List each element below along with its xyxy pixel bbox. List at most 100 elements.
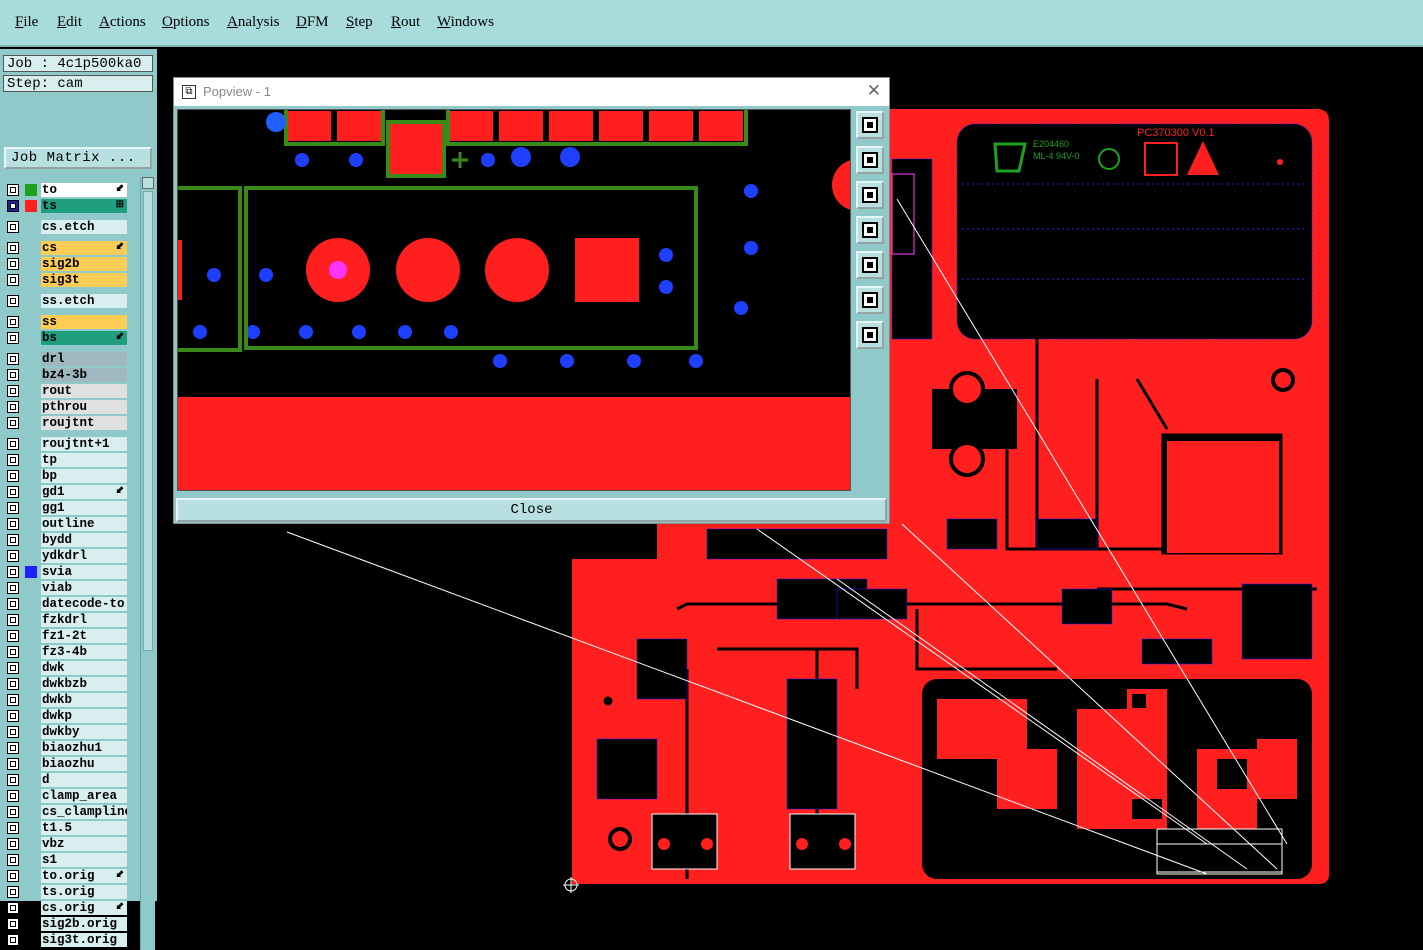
layer-name[interactable]: cs.orig ⬋ xyxy=(41,901,127,915)
layer-name[interactable]: gg1 xyxy=(41,501,127,515)
layer-name[interactable]: biaozhu xyxy=(41,757,127,771)
scroll-thumb[interactable] xyxy=(143,191,153,651)
layer-name[interactable]: t1.5 xyxy=(41,821,127,835)
pan-right-button[interactable] xyxy=(856,251,884,279)
layer-row[interactable]: cs ⬋ xyxy=(5,241,127,255)
layer-row[interactable]: clamp_area xyxy=(5,789,127,803)
layer-name[interactable]: to.orig ⬋ xyxy=(41,869,127,883)
layer-row[interactable]: fz1-2t xyxy=(5,629,127,643)
layer-row[interactable]: roujtnt+1 xyxy=(5,437,127,451)
layer-checkbox[interactable] xyxy=(7,316,19,328)
layer-row[interactable]: dwkb xyxy=(5,693,127,707)
layer-checkbox[interactable] xyxy=(7,774,19,786)
layer-checkbox[interactable] xyxy=(7,662,19,674)
layer-checkbox[interactable] xyxy=(7,710,19,722)
popview-window[interactable]: ⧉ Popview - 1 ✕ Close xyxy=(173,77,890,524)
layer-name[interactable]: bp xyxy=(41,469,127,483)
pan-down-button[interactable] xyxy=(856,181,884,209)
layer-row[interactable]: fzkdrl xyxy=(5,613,127,627)
pan-left-button[interactable] xyxy=(856,216,884,244)
layer-row[interactable]: ss xyxy=(5,315,127,329)
menu-edit[interactable]: Edit xyxy=(57,14,82,31)
layer-name[interactable]: sig2b xyxy=(41,257,127,271)
layer-row[interactable]: sig2b xyxy=(5,257,127,271)
layer-checkbox[interactable] xyxy=(7,678,19,690)
layer-checkbox[interactable] xyxy=(7,438,19,450)
layer-row[interactable]: drl xyxy=(5,352,127,366)
layer-row[interactable]: s1 xyxy=(5,853,127,867)
layer-row[interactable]: bz4-3b xyxy=(5,368,127,382)
layer-row[interactable]: to ⬋ xyxy=(5,183,127,197)
layer-name[interactable]: bz4-3b xyxy=(41,368,127,382)
layer-row[interactable]: ts ⊞ xyxy=(5,199,127,213)
layer-row[interactable]: gg1 xyxy=(5,501,127,515)
layer-name[interactable]: vbz xyxy=(41,837,127,851)
layer-name[interactable]: ts.orig xyxy=(41,885,127,899)
layer-row[interactable]: ts.orig xyxy=(5,885,127,899)
layer-name[interactable]: sig3t xyxy=(41,273,127,287)
layer-name[interactable]: viab xyxy=(41,581,127,595)
layer-row[interactable]: rout xyxy=(5,384,127,398)
layer-checkbox[interactable] xyxy=(7,630,19,642)
layer-checkbox[interactable] xyxy=(7,758,19,770)
layer-name[interactable]: tp xyxy=(41,453,127,467)
layer-row[interactable]: tp xyxy=(5,453,127,467)
layer-checkbox[interactable] xyxy=(7,870,19,882)
layer-row[interactable]: datecode-to xyxy=(5,597,127,611)
layer-name[interactable]: ss.etch xyxy=(41,294,127,308)
layer-name[interactable]: biaozhu1 xyxy=(41,741,127,755)
layer-name[interactable]: svia xyxy=(41,565,127,579)
layer-name[interactable]: gd1 ⬋ xyxy=(41,485,127,499)
layer-checkbox[interactable] xyxy=(7,274,19,286)
layer-checkbox[interactable] xyxy=(7,918,19,930)
layer-checkbox[interactable] xyxy=(7,385,19,397)
layer-color-swatch[interactable] xyxy=(25,200,37,212)
layer-row[interactable]: fz3-4b xyxy=(5,645,127,659)
layer-row[interactable]: svia xyxy=(5,565,127,579)
close-button[interactable]: Close xyxy=(176,498,887,522)
layer-checkbox[interactable] xyxy=(7,242,19,254)
menu-options[interactable]: Options xyxy=(162,14,210,31)
layer-row[interactable]: dwkp xyxy=(5,709,127,723)
layer-name[interactable]: clamp_area xyxy=(41,789,127,803)
zoom-fit-button[interactable] xyxy=(856,111,884,139)
layer-name[interactable]: drl xyxy=(41,352,127,366)
layer-name[interactable]: dwkbzb xyxy=(41,677,127,691)
layer-name[interactable]: cs_clampline xyxy=(41,805,127,819)
layer-row[interactable]: gd1 ⬋ xyxy=(5,485,127,499)
layer-checkbox[interactable] xyxy=(7,353,19,365)
zoom-in-button[interactable] xyxy=(856,286,884,314)
layer-row[interactable]: sig3t.orig xyxy=(5,933,127,947)
layer-row[interactable]: vbz xyxy=(5,837,127,851)
layer-name[interactable]: bs ⬋ xyxy=(41,331,127,345)
layer-checkbox[interactable] xyxy=(7,518,19,530)
layer-name[interactable]: sig3t.orig xyxy=(41,933,127,947)
layer-checkbox[interactable] xyxy=(7,806,19,818)
layer-name[interactable]: to ⬋ xyxy=(41,183,127,197)
layer-row[interactable]: roujtnt xyxy=(5,416,127,430)
close-icon[interactable]: ✕ xyxy=(867,81,881,101)
layer-checkbox[interactable] xyxy=(7,694,19,706)
layer-checkbox[interactable] xyxy=(7,534,19,546)
layer-name[interactable]: cs.etch xyxy=(41,220,127,234)
layer-checkbox[interactable] xyxy=(7,417,19,429)
menu-dfm[interactable]: DFM xyxy=(296,14,329,31)
layer-checkbox[interactable] xyxy=(7,369,19,381)
layer-row[interactable]: bs ⬋ xyxy=(5,331,127,345)
layer-name[interactable]: fz3-4b xyxy=(41,645,127,659)
layer-name[interactable]: rout xyxy=(41,384,127,398)
layer-name[interactable]: cs ⬋ xyxy=(41,241,127,255)
layer-name[interactable]: sig2b.orig xyxy=(41,917,127,931)
layer-row[interactable]: biaozhu xyxy=(5,757,127,771)
layer-name[interactable]: bydd xyxy=(41,533,127,547)
layer-checkbox[interactable] xyxy=(7,486,19,498)
layer-checkbox[interactable] xyxy=(7,184,19,196)
layer-checkbox[interactable] xyxy=(7,470,19,482)
menu-file[interactable]: File xyxy=(15,14,38,31)
layer-row[interactable]: dwkbzb xyxy=(5,677,127,691)
job-matrix-button[interactable]: Job Matrix ... xyxy=(4,147,152,169)
layer-color-swatch[interactable] xyxy=(25,566,37,578)
layer-row[interactable]: ydkdrl xyxy=(5,549,127,563)
layer-row[interactable]: cs_clampline xyxy=(5,805,127,819)
layer-name[interactable]: dwk xyxy=(41,661,127,675)
